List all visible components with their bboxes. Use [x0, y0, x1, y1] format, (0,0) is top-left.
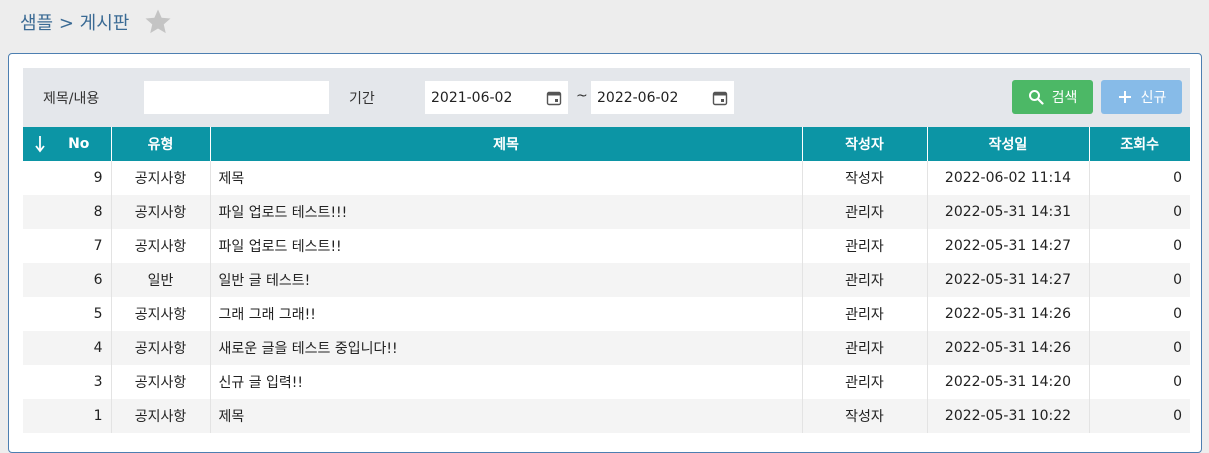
- table-row[interactable]: 5 공지사항 그래 그래 그래!! 관리자 2022-05-31 14:26 0: [23, 297, 1190, 331]
- cell-type: 공지사항: [111, 229, 211, 263]
- table-row[interactable]: 8 공지사항 파일 업로드 테스트!!! 관리자 2022-05-31 14:3…: [23, 195, 1190, 229]
- cell-no: 7: [23, 229, 112, 263]
- calendar-icon[interactable]: [712, 90, 728, 106]
- search-bar: 제목/내용 기간 2021-06-02 ~ 2022-06-02 검색 신규: [23, 68, 1190, 128]
- title-content-input[interactable]: [144, 81, 329, 114]
- cell-no: 3: [23, 365, 112, 399]
- table-row[interactable]: 9 공지사항 제목 작성자 2022-06-02 11:14 0: [23, 161, 1190, 195]
- table-row[interactable]: 4 공지사항 새로운 글을 테스트 중입니다!! 관리자 2022-05-31 …: [23, 331, 1190, 365]
- cell-title[interactable]: 파일 업로드 테스트!!: [210, 229, 803, 263]
- cell-author: 작성자: [802, 399, 928, 433]
- cell-date: 2022-05-31 14:27: [927, 229, 1090, 263]
- new-post-button-label: 신규: [1140, 90, 1167, 106]
- table-header-row: No 유형 제목 작성자 작성일 조회수: [23, 127, 1190, 161]
- cell-type: 공지사항: [111, 161, 211, 195]
- board-table: No 유형 제목 작성자 작성일 조회수 9 공지사항 제목 작성자 2022-…: [23, 127, 1190, 433]
- cell-no: 4: [23, 331, 112, 365]
- table-row[interactable]: 1 공지사항 제목 작성자 2022-05-31 10:22 0: [23, 399, 1190, 433]
- breadcrumb: 샘플 > 게시판: [20, 6, 173, 38]
- cell-title[interactable]: 제목: [210, 161, 803, 195]
- title-content-label: 제목/내용: [43, 91, 100, 107]
- column-author[interactable]: 작성자: [802, 127, 928, 161]
- column-title[interactable]: 제목: [210, 127, 803, 161]
- cell-type: 공지사항: [111, 399, 211, 433]
- plus-icon: [1118, 91, 1131, 103]
- cell-author: 관리자: [802, 263, 928, 297]
- column-views[interactable]: 조회수: [1089, 127, 1190, 161]
- new-post-button[interactable]: 신규: [1101, 80, 1182, 114]
- cell-type: 일반: [111, 263, 211, 297]
- cell-date: 2022-05-31 14:27: [927, 263, 1090, 297]
- board-panel: 제목/내용 기간 2021-06-02 ~ 2022-06-02 검색 신규 N…: [8, 53, 1202, 453]
- date-to-input[interactable]: 2022-06-02: [591, 81, 734, 114]
- cell-title[interactable]: 제목: [210, 399, 803, 433]
- cell-no: 6: [23, 263, 112, 297]
- cell-author: 관리자: [802, 297, 928, 331]
- cell-type: 공지사항: [111, 331, 211, 365]
- date-to-value: 2022-06-02: [597, 89, 679, 106]
- cell-views: 0: [1089, 229, 1190, 263]
- cell-views: 0: [1089, 195, 1190, 229]
- table-row[interactable]: 7 공지사항 파일 업로드 테스트!! 관리자 2022-05-31 14:27…: [23, 229, 1190, 263]
- cell-type: 공지사항: [111, 195, 211, 229]
- cell-author: 관리자: [802, 229, 928, 263]
- cell-title[interactable]: 일반 글 테스트!: [210, 263, 803, 297]
- table-row[interactable]: 6 일반 일반 글 테스트! 관리자 2022-05-31 14:27 0: [23, 263, 1190, 297]
- cell-type: 공지사항: [111, 297, 211, 331]
- cell-views: 0: [1089, 161, 1190, 195]
- search-button[interactable]: 검색: [1012, 80, 1093, 114]
- date-separator: ~: [576, 88, 588, 104]
- calendar-icon[interactable]: [546, 90, 562, 106]
- cell-author: 관리자: [802, 365, 928, 399]
- date-from-value: 2021-06-02: [431, 89, 513, 106]
- table-row[interactable]: 3 공지사항 신규 글 입력!! 관리자 2022-05-31 14:20 0: [23, 365, 1190, 399]
- cell-date: 2022-05-31 14:26: [927, 297, 1090, 331]
- cell-views: 0: [1089, 297, 1190, 331]
- search-button-label: 검색: [1051, 90, 1078, 106]
- period-label: 기간: [349, 91, 375, 107]
- cell-views: 0: [1089, 399, 1190, 433]
- column-type[interactable]: 유형: [111, 127, 211, 161]
- cell-views: 0: [1089, 263, 1190, 297]
- cell-no: 9: [23, 161, 112, 195]
- star-icon[interactable]: [143, 7, 173, 37]
- search-icon: [1028, 90, 1044, 105]
- cell-date: 2022-05-31 10:22: [927, 399, 1090, 433]
- cell-date: 2022-05-31 14:31: [927, 195, 1090, 229]
- cell-title[interactable]: 새로운 글을 테스트 중입니다!!: [210, 331, 803, 365]
- breadcrumb-text: 샘플 > 게시판: [20, 13, 130, 34]
- cell-date: 2022-06-02 11:14: [927, 161, 1090, 195]
- cell-author: 관리자: [802, 195, 928, 229]
- cell-date: 2022-05-31 14:20: [927, 365, 1090, 399]
- date-from-input[interactable]: 2021-06-02: [425, 81, 568, 114]
- cell-type: 공지사항: [111, 365, 211, 399]
- sort-arrow-down-icon[interactable]: [34, 135, 46, 153]
- column-no-label: No: [68, 136, 90, 152]
- cell-no: 8: [23, 195, 112, 229]
- cell-author: 작성자: [802, 161, 928, 195]
- cell-title[interactable]: 신규 글 입력!!: [210, 365, 803, 399]
- cell-title[interactable]: 파일 업로드 테스트!!!: [210, 195, 803, 229]
- cell-views: 0: [1089, 331, 1190, 365]
- cell-no: 1: [23, 399, 112, 433]
- cell-no: 5: [23, 297, 112, 331]
- cell-views: 0: [1089, 365, 1190, 399]
- cell-author: 관리자: [802, 331, 928, 365]
- cell-date: 2022-05-31 14:26: [927, 331, 1090, 365]
- column-date[interactable]: 작성일: [927, 127, 1090, 161]
- cell-title[interactable]: 그래 그래 그래!!: [210, 297, 803, 331]
- column-no[interactable]: No: [23, 127, 112, 161]
